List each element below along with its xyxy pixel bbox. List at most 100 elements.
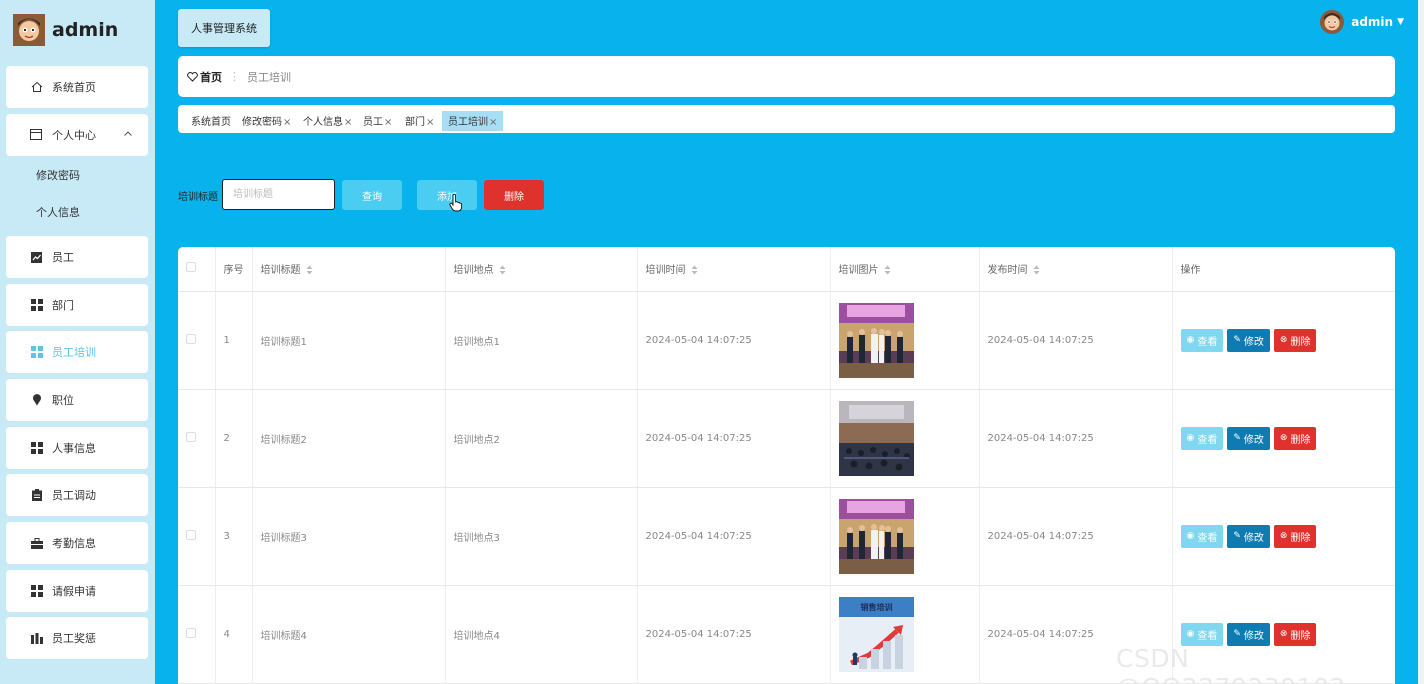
sidebar-item-label: 员工: [52, 251, 74, 264]
column-header-time[interactable]: 培训时间: [637, 247, 831, 292]
column-label: 培训时间: [645, 265, 686, 277]
select-all-checkbox[interactable]: [186, 262, 196, 273]
view-button[interactable]: ◉ 查看: [1180, 328, 1224, 352]
tag-profile[interactable]: 个人信息 ×: [303, 111, 352, 131]
tag-department[interactable]: 部门 ×: [405, 111, 434, 131]
tag-label: 员工培训: [448, 117, 488, 128]
sort-icon[interactable]: [884, 265, 891, 275]
training-photo[interactable]: 销售培训: [838, 596, 914, 672]
row-time: 2024-05-04 14:07:25: [637, 487, 831, 586]
row-place: 培训地点2: [445, 389, 638, 488]
column-header-published[interactable]: 发布时间: [979, 247, 1173, 292]
sidebar-item-employee[interactable]: 员工: [6, 236, 148, 278]
sort-icon[interactable]: [306, 265, 313, 275]
row-title: 培训标题1: [252, 291, 446, 390]
edit-button[interactable]: ✎ 修改: [1227, 328, 1270, 352]
query-button[interactable]: 查询: [342, 180, 402, 210]
system-title: 人事管理系统: [191, 22, 257, 35]
user-menu[interactable]: admin ▼: [1320, 10, 1404, 34]
tag-home[interactable]: 系统首页: [191, 111, 231, 131]
edit-button[interactable]: ✎ 修改: [1227, 426, 1270, 450]
column-header-place[interactable]: 培训地点: [445, 247, 638, 292]
pencil-icon: ✎: [1233, 531, 1241, 541]
select-all-cell: [178, 247, 216, 292]
column-label: 序号: [223, 265, 244, 277]
tag-label: 个人信息: [303, 117, 343, 128]
row-image-cell: [830, 291, 980, 390]
add-button[interactable]: 添加: [417, 180, 477, 210]
pencil-icon: ✎: [1233, 629, 1241, 639]
close-icon[interactable]: ×: [344, 117, 352, 128]
tag-training[interactable]: 员工培训 ×: [442, 111, 504, 131]
system-title-tab[interactable]: 人事管理系统: [178, 9, 270, 47]
sort-icon[interactable]: [499, 265, 506, 275]
row-title: 培训标题4: [252, 585, 446, 684]
sidebar-item-department[interactable]: 部门: [6, 284, 148, 326]
delete-button[interactable]: ⊗ 删除: [1273, 328, 1317, 352]
row-published: 2024-05-04 14:07:25: [979, 389, 1173, 488]
sidebar-item-attendance[interactable]: 考勤信息: [6, 522, 148, 564]
sidebar-item-position[interactable]: 职位: [6, 379, 148, 421]
row-title: 培训标题2: [252, 389, 446, 488]
page-scrollbar[interactable]: [1418, 0, 1424, 684]
training-photo[interactable]: [838, 400, 914, 476]
sidebar-item-rewards[interactable]: 员工奖惩: [6, 617, 148, 659]
eye-icon: ◉: [1186, 629, 1195, 639]
close-icon[interactable]: ×: [489, 117, 497, 128]
column-header-title[interactable]: 培训标题: [252, 247, 446, 292]
pin-icon: [30, 394, 43, 407]
batch-delete-button[interactable]: 删除: [484, 180, 544, 210]
sidebar-item-leave[interactable]: 请假申请: [6, 570, 148, 612]
edit-button[interactable]: ✎ 修改: [1227, 524, 1270, 548]
row-index: 3: [215, 487, 253, 586]
row-select-cell: [178, 585, 216, 684]
circle-x-icon: ⊗: [1279, 629, 1288, 639]
view-button[interactable]: ◉ 查看: [1180, 622, 1224, 646]
tag-change-password[interactable]: 修改密码 ×: [242, 111, 291, 131]
bars-icon: [30, 632, 43, 645]
table-row: 1 培训标题1 培训地点1 2024-05-04 14:07:25 2024-0…: [178, 291, 1395, 390]
sidebar-item-personal-center[interactable]: 个人中心: [6, 114, 148, 156]
delete-button[interactable]: ⊗ 删除: [1273, 524, 1317, 548]
clipboard-icon: [30, 489, 43, 502]
delete-button[interactable]: ⊗ 删除: [1273, 622, 1317, 646]
view-button[interactable]: ◉ 查看: [1180, 426, 1224, 450]
sort-icon[interactable]: [1033, 265, 1040, 275]
column-label: 操作: [1180, 265, 1201, 277]
sidebar-subitem-profile[interactable]: 个人信息: [6, 193, 148, 230]
view-label: 查看: [1197, 532, 1218, 544]
search-input[interactable]: [222, 179, 335, 210]
sidebar-item-training[interactable]: 员工培训: [6, 331, 148, 373]
breadcrumb-home[interactable]: 首页: [200, 69, 222, 85]
delete-button[interactable]: ⊗ 删除: [1273, 426, 1317, 450]
close-icon[interactable]: ×: [384, 117, 392, 128]
training-photo[interactable]: [838, 302, 914, 378]
row-checkbox[interactable]: [186, 627, 196, 638]
row-checkbox[interactable]: [186, 529, 196, 540]
row-published: 2024-05-04 14:07:25: [979, 487, 1173, 586]
eye-icon: ◉: [1186, 335, 1195, 345]
tag-employee[interactable]: 员工 ×: [363, 111, 392, 131]
row-checkbox[interactable]: [186, 431, 196, 442]
chart-icon: [30, 251, 43, 264]
circle-x-icon: ⊗: [1279, 531, 1288, 541]
training-photo[interactable]: [838, 498, 914, 574]
sidebar-item-transfer[interactable]: 员工调动: [6, 474, 148, 516]
sidebar-item-home[interactable]: 系统首页: [6, 66, 148, 108]
row-checkbox[interactable]: [186, 333, 196, 344]
close-icon[interactable]: ×: [283, 117, 291, 128]
grid-icon: [30, 346, 43, 359]
column-header-image[interactable]: 培训图片: [830, 247, 980, 292]
tags-view-bar: 系统首页 修改密码 × 个人信息 × 员工 × 部门 × 员工培训 ×: [178, 105, 1395, 133]
sidebar-item-hr-info[interactable]: 人事信息: [6, 427, 148, 469]
sidebar-subitem-change-password[interactable]: 修改密码: [6, 156, 148, 193]
row-actions: ◉ 查看 ✎ 修改 ⊗ 删除: [1172, 585, 1395, 684]
view-button[interactable]: ◉ 查看: [1180, 524, 1224, 548]
close-icon[interactable]: ×: [426, 117, 434, 128]
avatar: [1320, 10, 1345, 34]
row-actions: ◉ 查看 ✎ 修改 ⊗ 删除: [1172, 291, 1395, 390]
pencil-icon: ✎: [1233, 433, 1241, 443]
edit-button[interactable]: ✎ 修改: [1227, 622, 1270, 646]
sort-icon[interactable]: [691, 265, 698, 275]
home-icon: [30, 81, 43, 94]
